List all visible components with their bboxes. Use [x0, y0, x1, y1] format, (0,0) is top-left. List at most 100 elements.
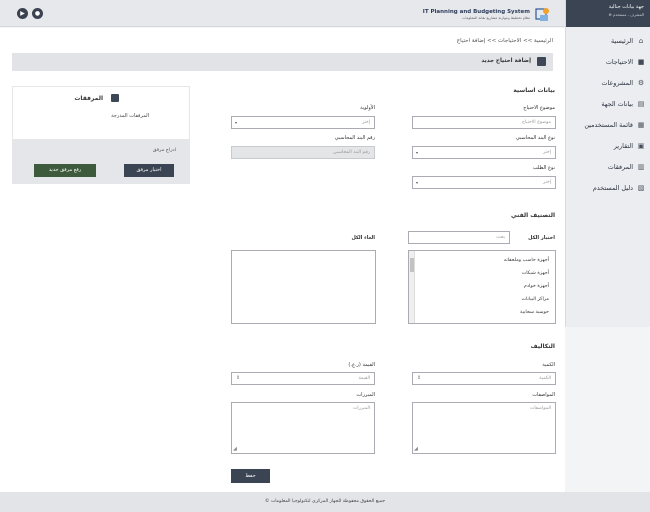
resize-handle-icon[interactable]: ◢ [414, 446, 418, 452]
sidebar-item-label: المرفقات [607, 162, 633, 171]
record-icon[interactable]: ● [32, 8, 43, 19]
deselect-all-link[interactable]: الغاء الكل [351, 235, 375, 241]
building-icon: ▤ [637, 99, 645, 108]
justification-textarea[interactable]: المبررات ◢ [231, 402, 375, 454]
value-input[interactable]: القيمة ⇕ [231, 372, 375, 385]
quantity-placeholder: الكمية [539, 376, 551, 381]
select-all-link[interactable]: اختيار الكل [528, 235, 555, 241]
classification-options-list[interactable]: أجهزة حاسب وملحقاته أجهزة شبكات أجهزة خو… [408, 250, 556, 324]
attachments-subtitle: المرفقات المدرجة [111, 113, 149, 119]
breadcrumb-needs[interactable]: الاحتياجات [498, 38, 521, 44]
choose-attachment-button[interactable]: اختيار مرفق [124, 164, 174, 177]
sidebar: جهة بيانات جنالية المشرف - مستخدم ⊕ الرئ… [565, 0, 650, 327]
attachments-title: المرفقات [74, 95, 103, 102]
breadcrumb: الرئيسية >> الاحتياجات >> إضافة احتياج [457, 38, 553, 44]
user-role: المشرف - مستخدم ⊕ [608, 12, 644, 17]
value-label: القيمة (ر.ع.) [348, 362, 375, 368]
account-type-value: إختر [542, 150, 551, 155]
need-subject-input[interactable]: موضوع الاحتياج [412, 116, 556, 129]
breadcrumb-separator: >> [487, 38, 497, 44]
app-subtitle: نظام تخطيط وموازنة مشاريع تقانة المعلوما… [462, 15, 530, 20]
request-type-value: إختر [542, 180, 551, 185]
play-icon[interactable]: ▶ [17, 8, 28, 19]
list-item[interactable]: حوسبة سحابية [409, 306, 555, 319]
projects-icon: ⚙ [637, 78, 645, 87]
footer: جميع الحقوق محفوظة للجهاز المركزي لتكنول… [0, 492, 650, 512]
priority-value: إختر [361, 120, 370, 125]
chevron-down-icon: ▾ [416, 180, 419, 185]
users-icon: ▦ [637, 120, 645, 129]
number-stepper-icon: ⇕ [236, 375, 241, 381]
list-item[interactable]: أجهزة خوادم [409, 280, 555, 293]
sidebar-item-entity[interactable]: بيانات الجهة ▤ [566, 93, 650, 114]
breadcrumb-home[interactable]: الرئيسية [534, 38, 553, 44]
resize-handle-icon[interactable]: ◢ [233, 446, 237, 452]
quantity-label: الكمية [542, 362, 555, 368]
selected-classifications-list[interactable] [231, 250, 376, 324]
justification-label: المبررات [356, 392, 375, 398]
sidebar-item-needs[interactable]: الاحتياجات ■ [566, 51, 650, 72]
request-type-select[interactable]: إختر ▾ [412, 176, 556, 189]
justification-placeholder: المبررات [352, 406, 370, 411]
breadcrumb-separator: >> [523, 38, 533, 44]
list-item[interactable]: أجهزة حاسب وملحقاته [409, 254, 555, 267]
priority-select[interactable]: إختر ▾ [231, 116, 375, 129]
basic-section-title: بيانات اساسية [513, 87, 555, 94]
upload-attachment-button[interactable]: رفع مرفق جديد [34, 164, 96, 177]
home-icon: ⌂ [638, 36, 644, 45]
classification-section-title: التصنيف الفني [511, 212, 555, 219]
sidebar-item-projects[interactable]: المشروعات ⚙ [566, 72, 650, 93]
app-title: IT Planning and Budgeting System [422, 8, 530, 15]
sidebar-item-label: الاحتياجات [605, 57, 633, 66]
sidebar-item-attachments[interactable]: المرفقات ▥ [566, 156, 650, 177]
specs-label: المواصفات [532, 392, 555, 398]
account-number-input: رقم البند المحاسبي [231, 146, 375, 159]
page-title: إضافة احتياج جديد [481, 58, 531, 64]
page-header: إضافة احتياج جديد [12, 53, 553, 71]
cube-icon [537, 57, 546, 66]
specs-placeholder: المواصفات [530, 406, 551, 411]
sidebar-nav: الرئيسية ⌂ الاحتياجات ■ المشروعات ⚙ بيانات … [566, 30, 650, 198]
classification-search-input[interactable]: بحث [408, 231, 510, 244]
sidebar-item-home[interactable]: الرئيسية ⌂ [566, 30, 650, 51]
chevron-down-icon: ▾ [416, 150, 419, 155]
list-item[interactable]: مراكز البيانات [409, 293, 555, 306]
user-name: جهة بيانات جنالية [608, 4, 644, 10]
account-type-select[interactable]: إختر ▾ [412, 146, 556, 159]
account-type-label: نوع البند المحاسبي [515, 135, 555, 141]
sidebar-item-users[interactable]: قائمة المستخدمين ▦ [566, 114, 650, 135]
attachments-icon [111, 94, 119, 102]
sidebar-item-label: التقارير [613, 141, 633, 150]
guide-icon: ▧ [637, 183, 645, 192]
logo-icon [534, 6, 551, 23]
sidebar-item-label: بيانات الجهة [601, 99, 633, 108]
scrollbar[interactable] [409, 251, 415, 323]
breadcrumb-current: إضافة احتياج [456, 38, 486, 44]
reports-icon: ▣ [637, 141, 645, 150]
quantity-input[interactable]: الكمية ⇕ [412, 372, 556, 385]
sidebar-item-label: دليل المستخدم [592, 183, 633, 192]
sidebar-item-label: المشروعات [601, 78, 633, 87]
main-content: الرئيسية >> الاحتياجات >> إضافة احتياج إ… [0, 28, 565, 492]
scrollbar-thumb[interactable] [410, 258, 414, 272]
request-type-label: نوع الطلب [532, 165, 555, 171]
sidebar-item-label: الرئيسية [610, 36, 633, 45]
top-bar: ▶ ● IT Planning and Budgeting System نظا… [0, 0, 565, 27]
save-button[interactable]: حفظ [231, 469, 270, 483]
attachments-card: المرفقات المرفقات المدرجة ادراج مرفق اخت… [12, 86, 190, 184]
app-logo: IT Planning and Budgeting System نظام تخ… [423, 3, 551, 25]
sidebar-item-reports[interactable]: التقارير ▣ [566, 135, 650, 156]
sidebar-item-label: قائمة المستخدمين [584, 120, 633, 129]
list-item[interactable]: أجهزة شبكات [409, 267, 555, 280]
user-box[interactable]: جهة بيانات جنالية المشرف - مستخدم ⊕ [566, 0, 650, 27]
value-placeholder: القيمة [358, 376, 370, 381]
costs-section-title: التكاليف [530, 343, 555, 350]
sidebar-item-guide[interactable]: دليل المستخدم ▧ [566, 177, 650, 198]
number-stepper-icon: ⇕ [417, 375, 422, 381]
cube-icon: ■ [637, 57, 645, 66]
chevron-down-icon: ▾ [235, 120, 238, 125]
specs-textarea[interactable]: المواصفات ◢ [412, 402, 556, 454]
priority-label: الأولوية [360, 105, 375, 111]
attachments-icon: ▥ [637, 162, 645, 171]
account-number-label: رقم البند المحاسبي [334, 135, 375, 141]
